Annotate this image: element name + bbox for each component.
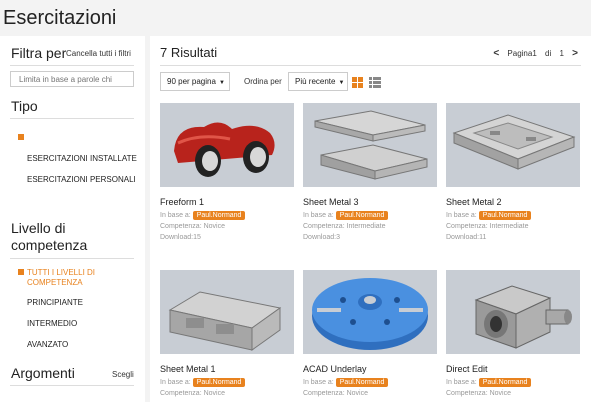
card-title[interactable]: Sheet Metal 3 [303,197,437,207]
tutorial-card[interactable]: Sheet Metal 2 In base a: Paul.Normand Co… [446,103,580,243]
results-count: 7 Risultati [160,45,218,60]
level-active-marker [18,269,24,275]
level-text: Competenza: Intermediate [303,223,386,230]
based-on-label: In base a: [160,212,191,219]
author-badge[interactable]: Paul.Normand [192,378,246,387]
level-text: Competenza: Novice [446,390,511,397]
card-title[interactable]: Sheet Metal 2 [446,197,580,207]
downloads-text: Download:3 [303,234,340,241]
based-on-label: In base a: [446,379,477,386]
filter-heading: Filtra per [11,45,67,61]
author-badge[interactable]: Paul.Normand [478,211,532,220]
level-text: Competenza: Intermediate [446,223,529,230]
author-badge[interactable]: Paul.Normand [335,211,389,220]
tipo-item-installed[interactable]: ESERCITAZIONI INSTALLATE [27,154,137,163]
thumbnail-image[interactable] [160,103,294,187]
pagination: < Pagina1 di 1 > [490,48,581,59]
based-on-label: In base a: [303,379,334,386]
card-title[interactable]: Direct Edit [446,364,580,374]
chevron-down-icon: ▼ [338,80,345,86]
tutorial-card[interactable]: Direct Edit In base a: Paul.Normand Comp… [446,270,580,399]
filter-sidebar: Filtra per Cancella tutti i filtri Tipo … [0,36,145,402]
thumbnail-image[interactable] [303,103,437,187]
card-title[interactable]: ACAD Underlay [303,364,437,374]
tutorial-card[interactable]: Sheet Metal 3 In base a: Paul.Normand Co… [303,103,437,243]
based-on-label: In base a: [303,212,334,219]
page-total: 1 [559,49,564,58]
sort-label: Ordina per [244,77,282,86]
per-page-value: 90 per pagina [167,77,216,86]
thumbnail-image[interactable] [446,103,580,187]
divider [160,65,581,66]
author-badge[interactable]: Paul.Normand [335,378,389,387]
thumbnail-image[interactable] [446,270,580,354]
level-item-beginner[interactable]: PRINCIPIANTE [27,298,83,307]
list-view-icon[interactable] [369,77,381,88]
thumbnail-image[interactable] [160,270,294,354]
tipo-item-personal[interactable]: ESERCITAZIONI PERSONALI [27,175,136,184]
downloads-text: Download:15 [160,234,201,241]
based-on-label: In base a: [446,212,477,219]
tutorial-card[interactable]: Freeform 1 In base a: Paul.Normand Compe… [160,103,294,243]
author-badge[interactable]: Paul.Normand [478,378,532,387]
level-item-intermediate[interactable]: INTERMEDIO [27,319,77,328]
tipo-all-marker[interactable] [18,134,24,140]
divider [10,258,134,259]
chevron-down-icon: ▼ [218,80,225,86]
thumbnail-image[interactable] [303,270,437,354]
card-title[interactable]: Sheet Metal 1 [160,364,294,374]
divider [10,385,134,386]
based-on-label: In base a: [160,379,191,386]
livello-heading: Livello di competenza [11,220,88,253]
level-text: Competenza: Novice [160,223,225,230]
sort-select[interactable]: Più recente ▼ [288,72,348,91]
level-text: Competenza: Novice [303,390,368,397]
card-title[interactable]: Freeform 1 [160,197,294,207]
page-title: Esercitazioni [3,7,117,29]
tutorial-card[interactable]: ACAD Underlay In base a: Paul.Normand Co… [303,270,437,399]
level-item-advanced[interactable]: AVANZATO [27,340,68,349]
argomenti-heading: Argomenti [11,365,75,381]
page-of-label: di [545,49,552,58]
tutorial-card[interactable]: Sheet Metal 1 In base a: Paul.Normand Co… [160,270,294,399]
sort-value: Più recente [295,77,336,86]
keyword-filter-input[interactable] [10,71,134,87]
divider [10,118,134,119]
page-label: Pagina1 [507,49,537,58]
results-panel: 7 Risultati < Pagina1 di 1 > 90 per pagi… [150,36,591,402]
next-page-button[interactable]: > [572,48,578,59]
level-item-all[interactable]: TUTTI I LIVELLI DI COMPETENZA [27,268,132,288]
grid-view-icon[interactable] [352,77,363,88]
per-page-select[interactable]: 90 per pagina ▼ [160,72,230,91]
argomenti-choose-link[interactable]: Scegli [112,370,134,379]
level-text: Competenza: Novice [160,390,225,397]
clear-filters-link[interactable]: Cancella tutti i filtri [66,49,131,58]
downloads-text: Download:11 [446,234,487,241]
author-badge[interactable]: Paul.Normand [192,211,246,220]
tipo-heading: Tipo [11,98,38,114]
prev-page-button[interactable]: < [493,48,499,59]
divider [10,65,134,66]
